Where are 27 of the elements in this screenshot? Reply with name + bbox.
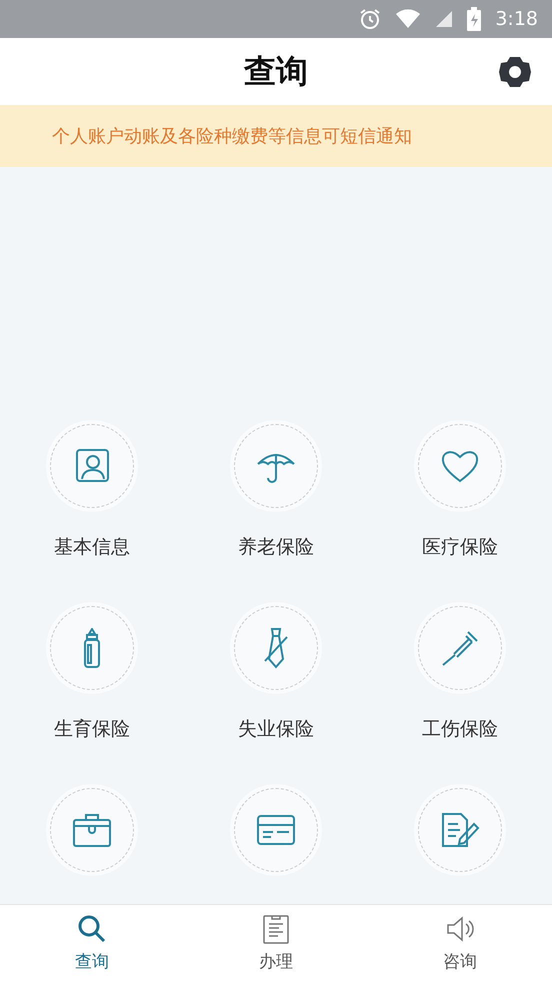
nav-tab[interactable]: 查询 bbox=[0, 905, 184, 981]
baby-bottle-icon bbox=[82, 628, 102, 668]
service-label: 工伤保险 bbox=[422, 717, 498, 742]
service-label: 医疗保险 bbox=[422, 535, 498, 560]
service-label: 生育保险 bbox=[54, 717, 130, 742]
heart-icon bbox=[440, 448, 480, 484]
battery-icon bbox=[467, 7, 482, 31]
page-title: 查询 bbox=[244, 50, 308, 92]
clipboard-icon bbox=[263, 914, 289, 944]
settings-icon[interactable] bbox=[498, 55, 532, 89]
service-label: 基本信息 bbox=[54, 535, 130, 560]
service-label: 养老保险 bbox=[238, 535, 314, 560]
service-label: 失业保险 bbox=[238, 717, 314, 742]
nav-tab[interactable]: 咨询 bbox=[368, 905, 552, 981]
contact-card-icon bbox=[73, 447, 111, 485]
status-time: 3:18 bbox=[495, 8, 538, 30]
necktie-icon bbox=[263, 627, 289, 669]
alarm-icon bbox=[359, 8, 382, 30]
search-icon bbox=[77, 914, 107, 944]
briefcase-icon bbox=[72, 812, 112, 848]
notice-text: 个人账户动账及各险种缴费等信息可短信通知 bbox=[52, 125, 412, 148]
wifi-icon bbox=[395, 9, 422, 29]
document-pen-icon bbox=[440, 812, 480, 848]
speaker-icon bbox=[445, 914, 475, 944]
card-icon bbox=[256, 814, 296, 846]
nav-tab[interactable]: 办理 bbox=[184, 905, 368, 981]
no-signal-icon bbox=[435, 10, 454, 28]
